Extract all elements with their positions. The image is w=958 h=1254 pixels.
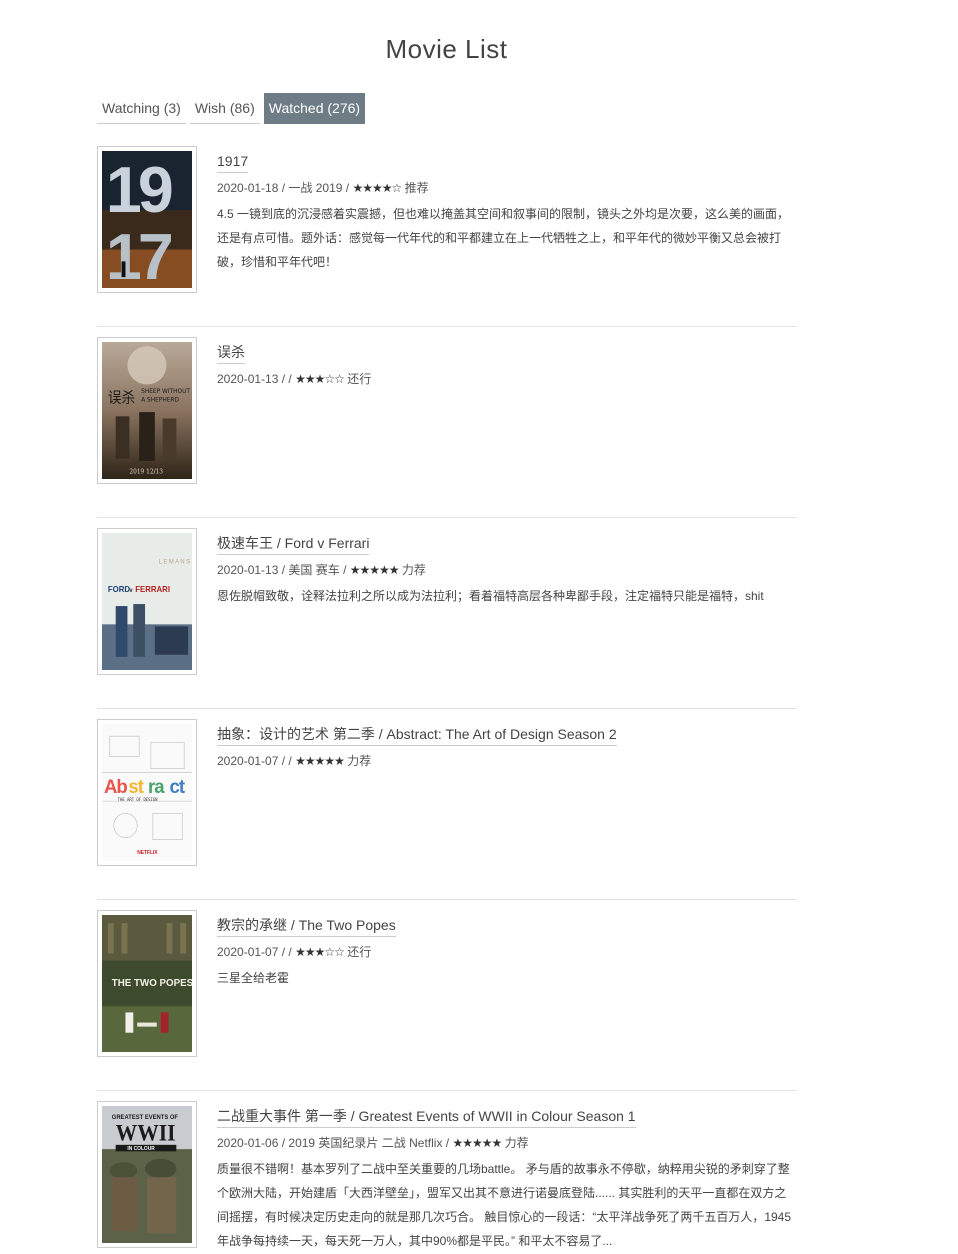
divider	[97, 517, 797, 518]
page-title: Movie List	[385, 34, 508, 64]
svg-text:误杀: 误杀	[108, 389, 135, 407]
movie-meta: 2020-01-13 / 美国 赛车 / ★★★★★ 力荐	[217, 563, 426, 577]
movie-info: 抽象：设计的艺术 第二季 / Abstract: The Art of Desi…	[217, 725, 797, 775]
poster-image-greatest-events-of-wwii: GREATEST EVENTS OF WWII IN COLOUR	[102, 1106, 192, 1243]
movie-poster[interactable]: 19 17	[97, 146, 197, 293]
movie-info: 二战重大事件 第一季 / Greatest Events of WWII in …	[217, 1107, 797, 1253]
poster-image-sheep-without-a-shepherd: 误杀 SHEEP WITHOUT A SHEPHERD 2019 12/13	[102, 342, 192, 479]
movie-title[interactable]: 抽象：设计的艺术 第二季 / Abstract: The Art of Desi…	[217, 725, 617, 746]
poster-image-ford-v-ferrari: FORD v FERRARI L E M A N S	[102, 533, 192, 670]
svg-text:Ab: Ab	[104, 777, 127, 798]
rating-label: 还行	[347, 945, 372, 959]
svg-text:19: 19	[106, 153, 172, 226]
star-rating: ★★★★★	[349, 563, 400, 577]
star-rating: ★★★★☆	[352, 181, 402, 195]
movie-title[interactable]: 1917	[217, 152, 249, 173]
divider	[97, 326, 797, 327]
list-item: THE TWO POPES 教宗的承继 / The Two Popes 2020…	[97, 910, 797, 1101]
watched-date: 2020-01-13	[217, 372, 279, 386]
movie-comment: 质量很不错啊！基本罗列了二战中至关重要的几场battle。 矛与盾的故事永不停歇…	[217, 1162, 792, 1248]
poster-image-the-two-popes: THE TWO POPES	[102, 915, 192, 1052]
rating-label: 推荐	[404, 181, 429, 195]
movie-meta: 2020-01-07 / / ★★★★★ 力荐	[217, 754, 372, 768]
movie-meta: 2020-01-13 / / ★★★☆☆ 还行	[217, 372, 372, 386]
svg-text:A SHEPHERD: A SHEPHERD	[141, 396, 179, 403]
poster-image-abstract: Ab st ra ct THE ART OF DESIGN NETFLIX	[102, 724, 192, 861]
movie-title[interactable]: 误杀	[217, 343, 245, 364]
watched-date: 2020-01-07	[217, 754, 279, 768]
svg-text:WWII: WWII	[116, 1120, 176, 1146]
movie-title[interactable]: 极速车王 / Ford v Ferrari	[217, 534, 370, 555]
svg-text:THE TWO POPES: THE TWO POPES	[112, 978, 192, 989]
list-item: 误杀 SHEEP WITHOUT A SHEPHERD 2019 12/13 误…	[97, 337, 797, 528]
movie-comment: 三星全给老霍	[217, 971, 290, 985]
movie-tags: 美国 赛车	[288, 563, 340, 577]
rating-label: 还行	[347, 372, 372, 386]
rating-label: 力荐	[401, 563, 426, 577]
svg-text:IN COLOUR: IN COLOUR	[127, 1146, 155, 1152]
svg-text:ct: ct	[170, 777, 186, 798]
svg-text:FERRARI: FERRARI	[135, 585, 170, 594]
movie-title[interactable]: 教宗的承继 / The Two Popes	[217, 916, 396, 937]
tab-bar: Watching (3) Wish (86) Watched (276)	[97, 93, 369, 124]
tab-wish[interactable]: Wish (86)	[189, 93, 260, 124]
movie-title[interactable]: 二战重大事件 第一季 / Greatest Events of WWII in …	[217, 1107, 636, 1128]
poster-image-1917: 19 17	[102, 151, 192, 288]
star-rating: ★★★★★	[295, 754, 345, 768]
tab-watched[interactable]: Watched (276)	[263, 93, 366, 124]
list-item: FORD v FERRARI L E M A N S 极速车王 / Ford v…	[97, 528, 797, 719]
movie-poster[interactable]: Ab st ra ct THE ART OF DESIGN NETFLIX	[97, 719, 197, 866]
movie-info: 教宗的承继 / The Two Popes 2020-01-07 / / ★★★…	[217, 916, 797, 990]
list-item: GREATEST EVENTS OF WWII IN COLOUR 二战重大事件…	[97, 1101, 797, 1254]
movie-tags: 一战 2019	[288, 181, 343, 195]
movie-poster[interactable]: GREATEST EVENTS OF WWII IN COLOUR	[97, 1101, 197, 1248]
star-rating: ★★★☆☆	[295, 945, 345, 959]
watched-date: 2020-01-18	[217, 181, 279, 195]
movie-comment: 恩佐脱帽致敬，诠释法拉利之所以成为法拉利；看着福特高层各种卑鄙手段，注定福特只能…	[217, 589, 764, 603]
list-item: Ab st ra ct THE ART OF DESIGN NETFLIX 抽象…	[97, 719, 797, 910]
movie-meta: 2020-01-07 / / ★★★☆☆ 还行	[217, 945, 372, 959]
svg-text:NETFLIX: NETFLIX	[137, 850, 158, 856]
movie-info: 误杀 2020-01-13 / / ★★★☆☆ 还行	[217, 343, 797, 393]
svg-text:st: st	[128, 777, 144, 798]
movie-poster[interactable]: 误杀 SHEEP WITHOUT A SHEPHERD 2019 12/13	[97, 337, 197, 484]
movie-poster[interactable]: THE TWO POPES	[97, 910, 197, 1057]
rating-label: 力荐	[504, 1136, 529, 1150]
movie-info: 极速车王 / Ford v Ferrari 2020-01-13 / 美国 赛车…	[217, 534, 797, 608]
movie-list: 19 17 1917 2020-01-18 / 一战 2019 / ★★★★☆ …	[97, 146, 797, 1254]
divider	[97, 1090, 797, 1091]
tab-watching[interactable]: Watching (3)	[97, 93, 186, 124]
movie-info: 1917 2020-01-18 / 一战 2019 / ★★★★☆ 推荐 4.5…	[217, 152, 797, 274]
svg-text:THE ART OF DESIGN: THE ART OF DESIGN	[118, 797, 158, 802]
rating-label: 力荐	[347, 754, 372, 768]
svg-text:FORD: FORD	[108, 585, 130, 594]
svg-text:17: 17	[106, 220, 172, 288]
list-item: 19 17 1917 2020-01-18 / 一战 2019 / ★★★★☆ …	[97, 146, 797, 337]
movie-meta: 2020-01-06 / 2019 英国纪录片 二战 Netflix / ★★★…	[217, 1136, 529, 1150]
svg-text:2019 12/13: 2019 12/13	[129, 468, 163, 475]
watched-date: 2020-01-13	[217, 563, 279, 577]
divider	[97, 899, 797, 900]
divider	[97, 708, 797, 709]
movie-comment: 4.5 一镜到底的沉浸感着实震撼，但也难以掩盖其空间和叙事间的限制，镜头之外均是…	[217, 207, 790, 269]
movie-poster[interactable]: FORD v FERRARI L E M A N S	[97, 528, 197, 675]
svg-text:L E M A N S: L E M A N S	[159, 559, 190, 565]
movie-meta: 2020-01-18 / 一战 2019 / ★★★★☆ 推荐	[217, 181, 429, 195]
star-rating: ★★★☆☆	[295, 372, 345, 386]
star-rating: ★★★★★	[452, 1136, 502, 1150]
svg-text:ra: ra	[148, 777, 165, 798]
svg-text:SHEEP WITHOUT: SHEEP WITHOUT	[141, 388, 190, 395]
watched-date: 2020-01-07	[217, 945, 279, 959]
watched-date: 2020-01-06	[217, 1136, 279, 1150]
movie-tags: 2019 英国纪录片 二战 Netflix	[288, 1136, 443, 1150]
